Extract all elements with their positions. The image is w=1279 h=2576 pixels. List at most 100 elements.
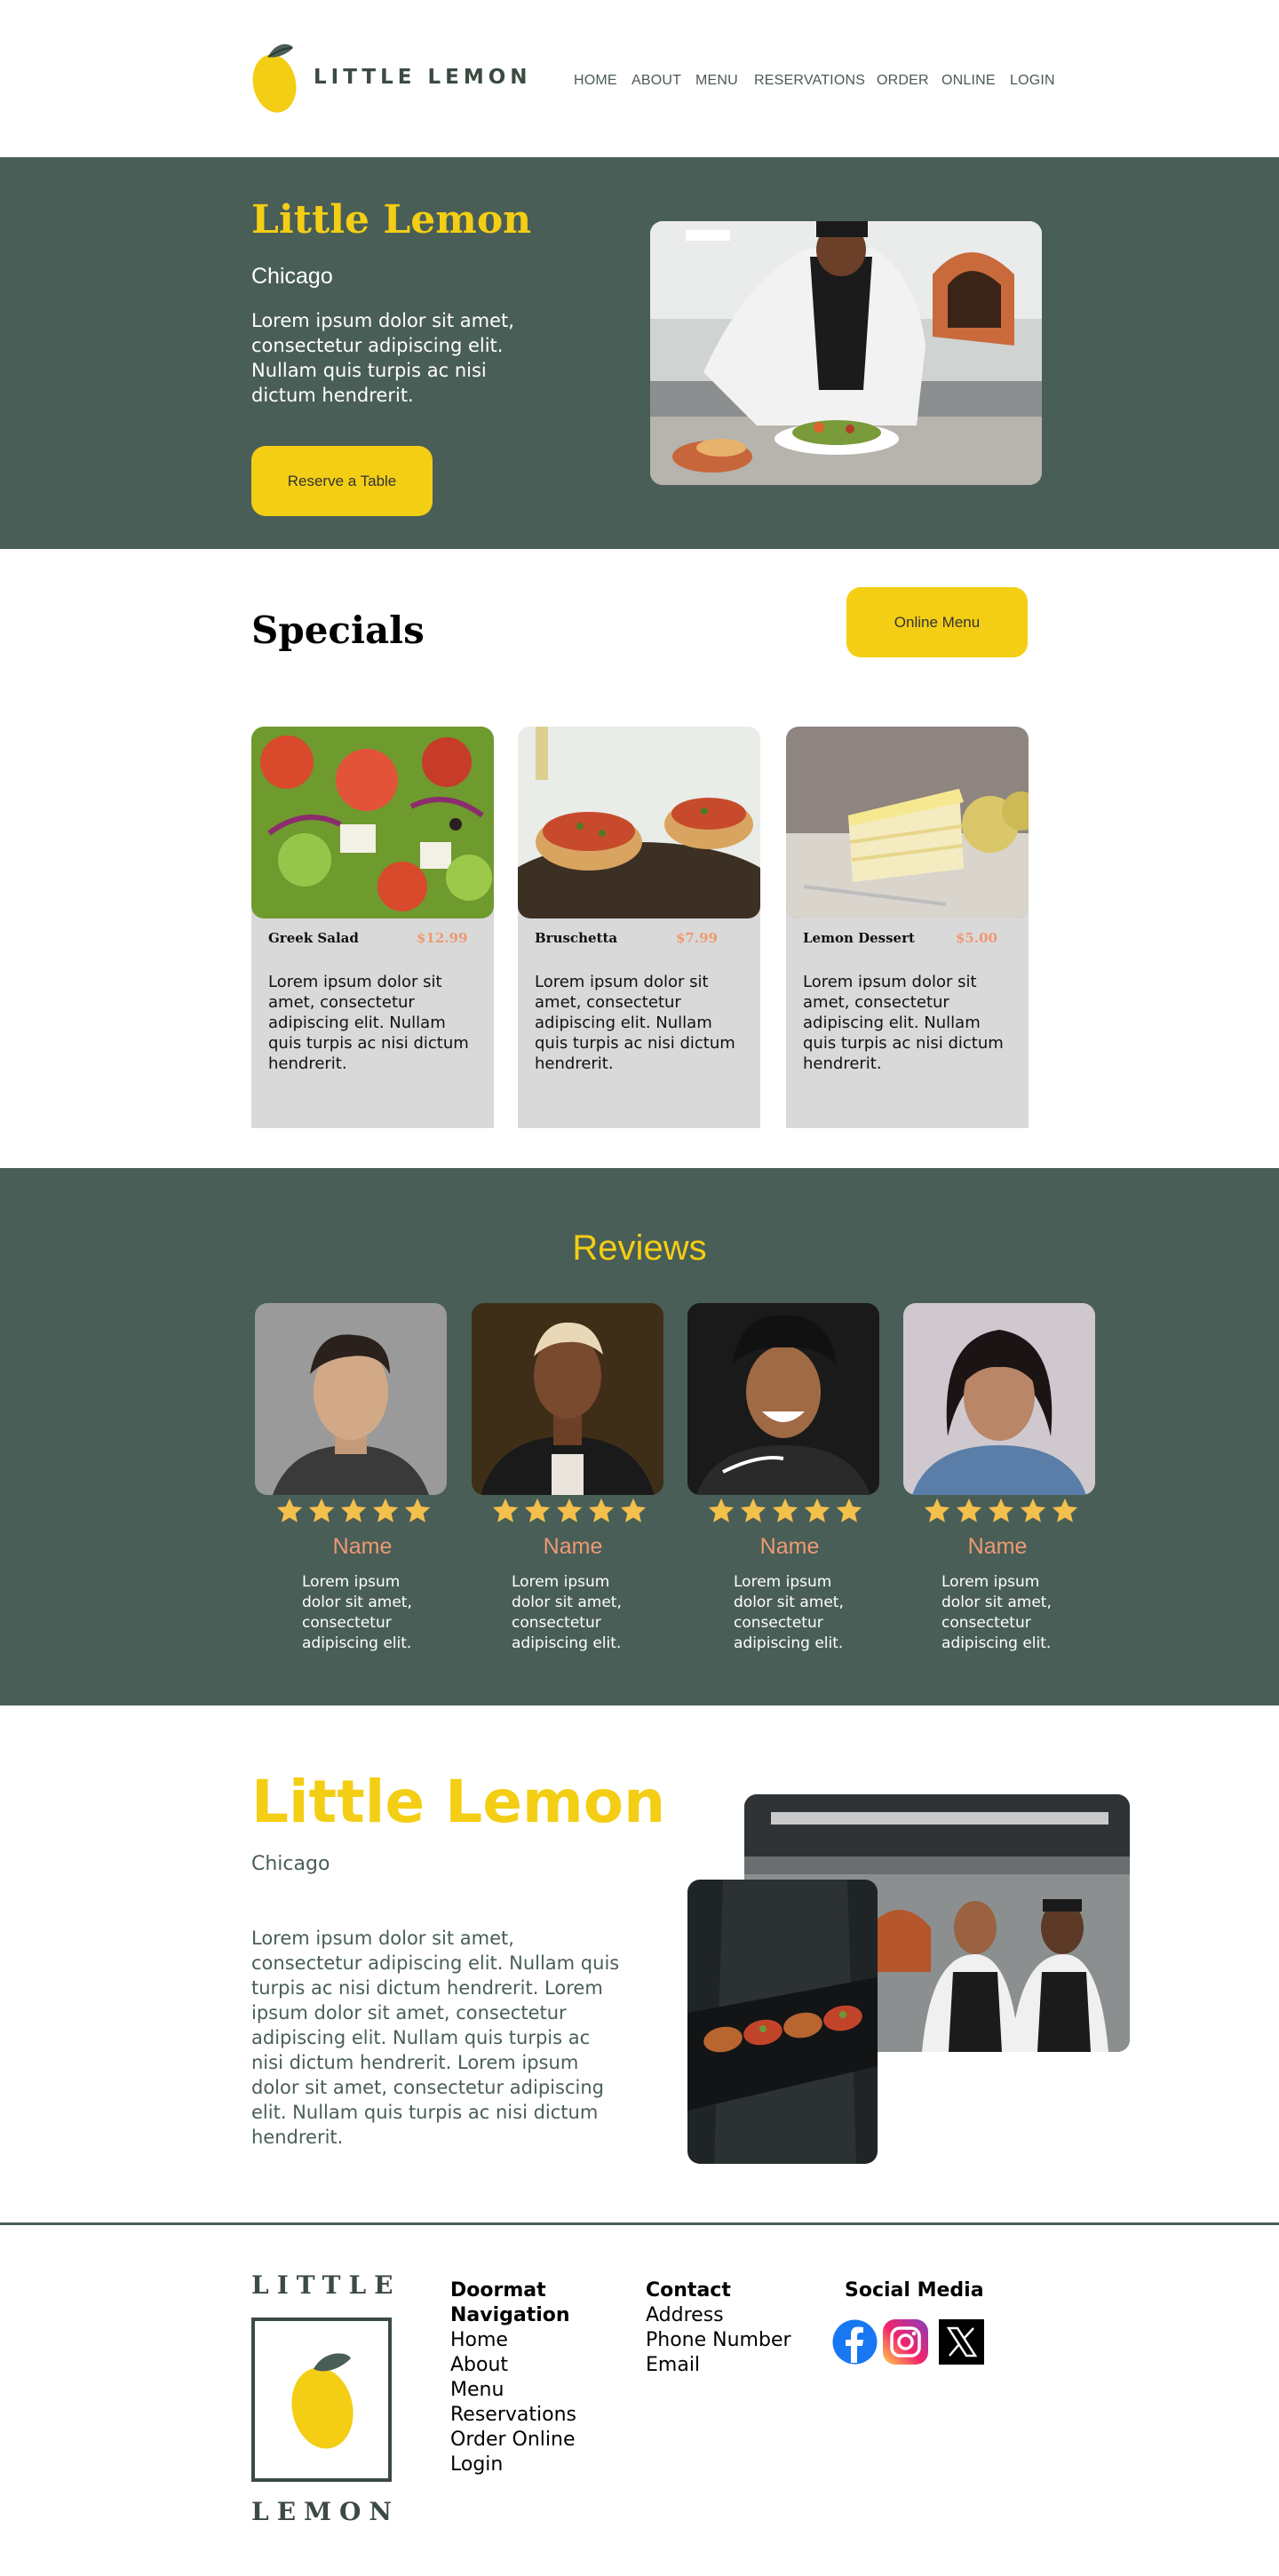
special-price: $5.00	[956, 930, 997, 946]
reviewer-avatar	[687, 1303, 879, 1495]
rating-stars	[274, 1496, 433, 1533]
footer-link-about[interactable]: About	[450, 2353, 576, 2378]
star-icon	[988, 1498, 1014, 1523]
social-media: Social Media	[845, 2278, 984, 2303]
facebook-icon[interactable]	[831, 2318, 878, 2365]
star-icon	[492, 1498, 519, 1523]
footer-link-home[interactable]: Home	[450, 2328, 576, 2353]
star-icon	[556, 1498, 583, 1523]
special-card-lemon-dessert[interactable]: Lemon Dessert $5.00 Lorem ipsum dolor si…	[786, 727, 1029, 1128]
footer-link-login[interactable]: Login	[450, 2453, 576, 2477]
reserve-table-button[interactable]: Reserve a Table	[251, 446, 433, 516]
special-name: Lemon Dessert	[803, 930, 915, 946]
chef-serving-photo	[687, 1880, 878, 2164]
review-text: Lorem ipsum dolor sit amet, consectetur …	[302, 1573, 412, 1652]
hero-subtitle: Chicago	[251, 264, 333, 289]
doormat-heading-line1: Doormat	[450, 2279, 546, 2302]
logo-text[interactable]: LITTLE LEMON	[314, 66, 532, 89]
reviewer-name: Name	[967, 1534, 1028, 1559]
hero-description: Lorem ipsum dolor sit amet, consectetur …	[251, 310, 514, 406]
special-card-greek-salad[interactable]: Greek Salad $12.99 Lorem ipsum dolor sit…	[251, 727, 494, 1128]
contact-address[interactable]: Address	[646, 2303, 791, 2328]
page: LITTLE LEMON HOME ABOUT MENU RESERVATION…	[0, 0, 1279, 2576]
footer-logo-bottom: LEMON	[251, 2497, 401, 2526]
hero-title: Little Lemon	[251, 197, 532, 242]
footer-logo-frame[interactable]	[251, 2318, 392, 2482]
contact-phone[interactable]: Phone Number	[646, 2328, 791, 2353]
star-icon	[588, 1498, 615, 1523]
star-icon	[804, 1498, 830, 1523]
about-description: Lorem ipsum dolor sit amet, consectetur …	[251, 1928, 620, 2148]
lemon-logo-icon	[291, 2353, 354, 2449]
contact-info: Contact Address Phone Number Email	[646, 2278, 791, 2378]
star-icon	[708, 1498, 735, 1523]
rating-stars	[490, 1496, 648, 1533]
online-menu-button[interactable]: Online Menu	[846, 587, 1028, 657]
review-text: Lorem ipsum dolor sit amet, consectetur …	[512, 1573, 622, 1652]
star-icon	[772, 1498, 798, 1523]
reviewer-name: Name	[332, 1534, 393, 1559]
star-icon	[1020, 1498, 1046, 1523]
bruschetta-image	[518, 727, 760, 918]
nav-online[interactable]: ONLINE	[941, 73, 996, 89]
hero-section: Little Lemon Chicago Lorem ipsum dolor s…	[0, 157, 1279, 549]
star-icon	[836, 1498, 862, 1523]
specials-title: Specials	[251, 608, 425, 652]
special-description: Lorem ipsum dolor sit amet, consectetur …	[803, 973, 1004, 1073]
special-price: $12.99	[417, 930, 468, 946]
nav-order[interactable]: ORDER	[877, 73, 929, 89]
rating-stars	[706, 1496, 864, 1533]
special-name: Bruschetta	[535, 930, 618, 946]
nav-reservations[interactable]: RESERVATIONS	[754, 73, 865, 89]
reviewer-avatar	[903, 1303, 1095, 1495]
reviewer-avatar	[472, 1303, 663, 1495]
star-icon	[524, 1498, 551, 1523]
star-icon	[740, 1498, 767, 1523]
review-text: Lorem ipsum dolor sit amet, consectetur …	[941, 1573, 1052, 1652]
special-description: Lorem ipsum dolor sit amet, consectetur …	[535, 973, 735, 1073]
star-icon	[1052, 1498, 1078, 1523]
contact-email[interactable]: Email	[646, 2353, 791, 2378]
doormat-navigation: Doormat Navigation Home About Menu Reser…	[450, 2278, 576, 2477]
star-icon	[404, 1498, 431, 1523]
about-subtitle: Chicago	[251, 1853, 330, 1875]
nav-menu[interactable]: MENU	[695, 73, 738, 89]
nav-login[interactable]: LOGIN	[1010, 73, 1055, 89]
star-icon	[308, 1498, 335, 1523]
instagram-icon[interactable]	[882, 2318, 929, 2365]
star-icon	[924, 1498, 950, 1523]
special-price: $7.99	[676, 930, 718, 946]
footer-divider	[0, 2222, 1279, 2225]
star-icon	[956, 1498, 982, 1523]
reviewer-name: Name	[543, 1534, 603, 1559]
x-icon[interactable]	[938, 2318, 985, 2365]
star-icon	[372, 1498, 399, 1523]
hero-chef-image	[650, 221, 1042, 485]
rating-stars	[922, 1496, 1080, 1533]
footer-logo-top: LITTLE	[251, 2270, 401, 2300]
nav-home[interactable]: HOME	[574, 73, 617, 89]
reviews-title: Reviews	[572, 1228, 707, 1268]
lemon-logo-icon[interactable]	[250, 37, 302, 115]
lemon-dessert-image	[786, 727, 1029, 918]
footer-link-reservations[interactable]: Reservations	[450, 2403, 576, 2428]
special-name: Greek Salad	[268, 930, 359, 946]
reviews-section: Reviews Name Lorem ipsum dolor sit amet,…	[0, 1168, 1279, 1705]
star-icon	[340, 1498, 367, 1523]
special-card-bruschetta[interactable]: Bruschetta $7.99 Lorem ipsum dolor sit a…	[518, 727, 760, 1128]
reviewer-name: Name	[759, 1534, 820, 1559]
nav-about[interactable]: ABOUT	[632, 73, 681, 89]
social-heading: Social Media	[845, 2279, 984, 2302]
footer-link-order-online[interactable]: Order Online	[450, 2428, 576, 2453]
footer-link-menu[interactable]: Menu	[450, 2378, 576, 2403]
doormat-heading-line2: Navigation	[450, 2304, 570, 2326]
star-icon	[620, 1498, 647, 1523]
site-header: LITTLE LEMON HOME ABOUT MENU RESERVATION…	[0, 0, 1279, 157]
about-title: Little Lemon	[251, 1768, 666, 1836]
review-text: Lorem ipsum dolor sit amet, consectetur …	[734, 1573, 844, 1652]
reviewer-avatar	[255, 1303, 447, 1495]
contact-heading: Contact	[646, 2279, 731, 2302]
special-description: Lorem ipsum dolor sit amet, consectetur …	[268, 973, 469, 1073]
star-icon	[276, 1498, 303, 1523]
greek-salad-image	[251, 727, 494, 918]
